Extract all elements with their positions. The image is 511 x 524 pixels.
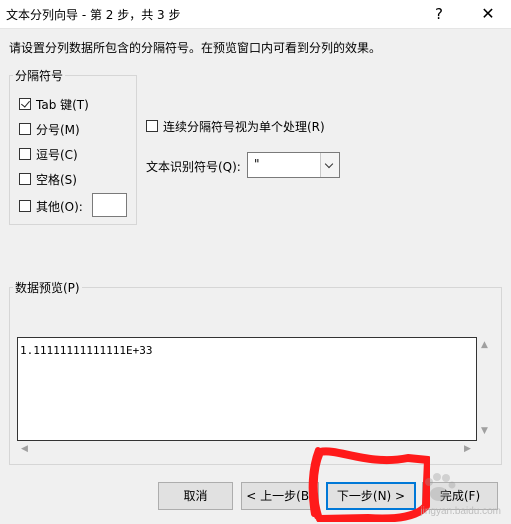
finish-button[interactable]: 完成(F) bbox=[422, 482, 498, 510]
consecutive-checkbox-box[interactable] bbox=[146, 120, 158, 132]
semicolon-checkbox-box[interactable] bbox=[19, 123, 31, 135]
space-checkbox-box[interactable] bbox=[19, 173, 31, 185]
chevron-down-icon[interactable] bbox=[320, 153, 339, 177]
other-checkbox[interactable]: 其他(O): bbox=[19, 198, 83, 214]
other-checkbox-label: 其他(O): bbox=[36, 199, 83, 214]
comma-checkbox[interactable]: 逗号(C) bbox=[19, 146, 78, 162]
other-delimiter-input[interactable] bbox=[92, 193, 127, 217]
semicolon-checkbox[interactable]: 分号(M) bbox=[19, 121, 80, 137]
preview-horizontal-scrollbar[interactable]: ◀ ▶ bbox=[17, 441, 477, 458]
instruction-text: 请设置分列数据所包含的分隔符号。在预览窗口内可看到分列的效果。 bbox=[9, 41, 382, 55]
cancel-button[interactable]: 取消 bbox=[158, 482, 233, 510]
text-qualifier-label: 文本识别符号(Q): bbox=[146, 160, 241, 174]
preview-line: 1.11111111111111E+33 bbox=[20, 344, 153, 357]
comma-checkbox-label: 逗号(C) bbox=[36, 147, 78, 162]
scroll-up-icon[interactable]: ▲ bbox=[481, 341, 488, 350]
consecutive-checkbox[interactable]: 连续分隔符号视为单个处理(R) bbox=[146, 118, 325, 134]
help-icon[interactable]: ? bbox=[424, 0, 454, 28]
preview-vertical-scrollbar[interactable]: ▲ ▼ bbox=[477, 337, 494, 441]
preview-group-label: 数据预览(P) bbox=[13, 279, 82, 296]
back-button[interactable]: < 上一步(B) bbox=[241, 482, 319, 510]
space-checkbox-label: 空格(S) bbox=[36, 172, 77, 187]
comma-checkbox-box[interactable] bbox=[19, 148, 31, 160]
tab-checkbox[interactable]: Tab 键(T) bbox=[19, 96, 89, 112]
window-title: 文本分列向导 - 第 2 步，共 3 步 bbox=[6, 8, 181, 22]
scroll-left-icon[interactable]: ◀ bbox=[21, 445, 28, 454]
scroll-right-icon[interactable]: ▶ bbox=[464, 445, 471, 454]
tab-checkbox-box[interactable] bbox=[19, 98, 31, 110]
space-checkbox[interactable]: 空格(S) bbox=[19, 171, 77, 187]
tab-checkbox-label: Tab 键(T) bbox=[36, 97, 89, 112]
consecutive-checkbox-label: 连续分隔符号视为单个处理(R) bbox=[163, 119, 325, 134]
scroll-down-icon[interactable]: ▼ bbox=[481, 427, 488, 436]
preview-area[interactable]: 1.11111111111111E+33 bbox=[17, 337, 477, 441]
title-bar: 文本分列向导 - 第 2 步，共 3 步 ? ✕ bbox=[0, 0, 511, 29]
other-checkbox-box[interactable] bbox=[19, 200, 31, 212]
close-icon[interactable]: ✕ bbox=[470, 0, 506, 28]
next-button[interactable]: 下一步(N) > bbox=[326, 482, 416, 510]
text-qualifier-value: " bbox=[254, 157, 260, 171]
delimiters-group-label: 分隔符号 bbox=[13, 67, 66, 84]
text-qualifier-select[interactable]: " bbox=[247, 152, 340, 178]
semicolon-checkbox-label: 分号(M) bbox=[36, 122, 80, 137]
